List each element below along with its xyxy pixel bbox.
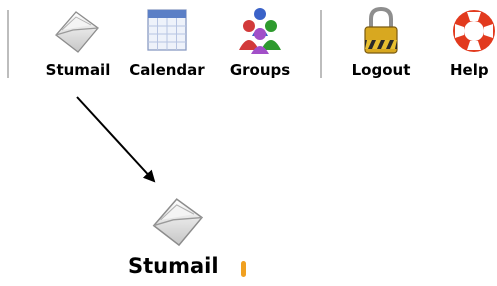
pointer-arrow [76, 96, 156, 183]
partial-orange-mark [241, 261, 246, 277]
zoomed-stumail[interactable]: Stumail [118, 190, 248, 286]
zoomed-stumail-label: Stumail [128, 254, 219, 278]
envelope-icon [152, 198, 204, 247]
